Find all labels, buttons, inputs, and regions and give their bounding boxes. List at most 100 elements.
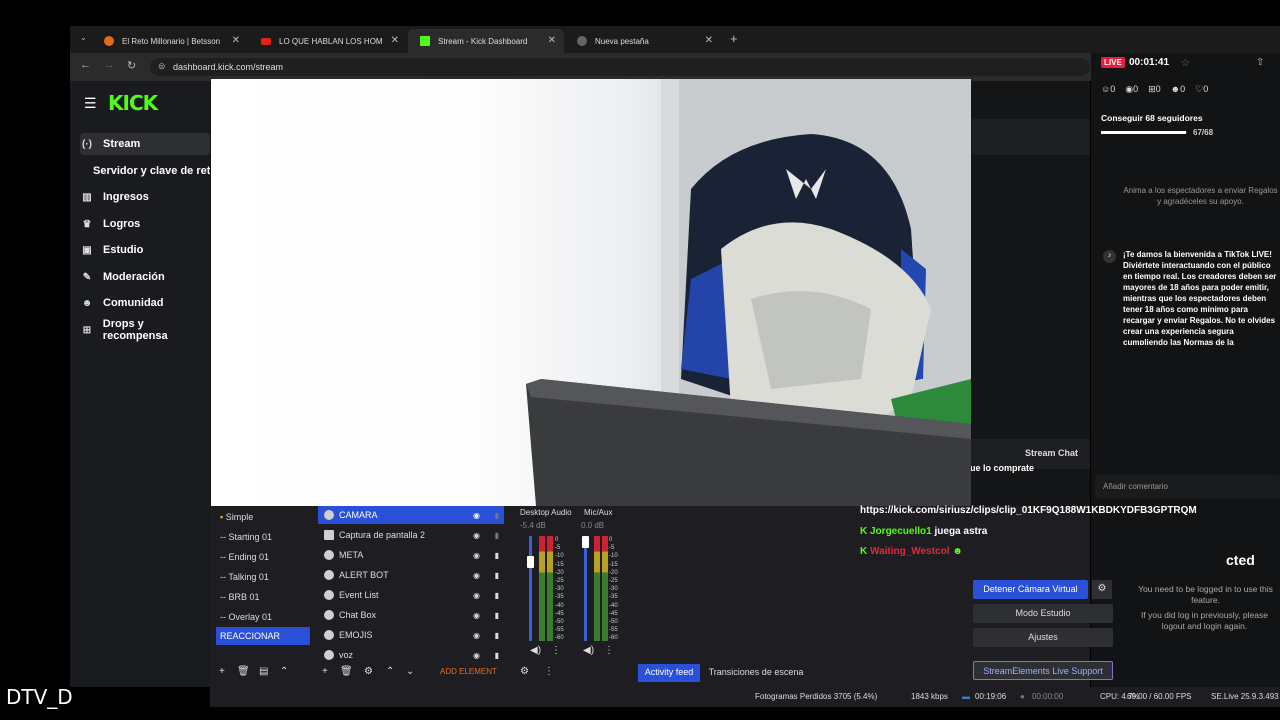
- close-icon[interactable]: ✕: [391, 35, 399, 46]
- eye-icon[interactable]: ◉: [473, 611, 480, 620]
- reload-icon[interactable]: ↻: [127, 59, 136, 72]
- camera-icon: [324, 510, 334, 520]
- meter-tick-label: -40: [609, 602, 618, 609]
- add-element-button[interactable]: ADD ELEMENT: [440, 667, 497, 676]
- tab-kick-dashboard[interactable]: Stream - Kick Dashboard ✕: [408, 29, 564, 53]
- lock-icon[interactable]: ▮: [495, 611, 499, 620]
- scene-ending[interactable]: -- Ending 01: [216, 548, 310, 566]
- meter-scale-2: 0 -5 -10 -15 -20 -25 -30 -35 -40 -45 -50 -55 -60: [609, 536, 618, 643]
- sidebar-item-estudio[interactable]: ▣ Estudio: [80, 239, 210, 261]
- streamelements-support-button[interactable]: StreamElements Live Support: [973, 661, 1113, 680]
- url-field[interactable]: ⊜ dashboard.kick.com/stream: [150, 58, 1090, 76]
- login-title-partial: cted: [1226, 552, 1255, 568]
- eye-icon[interactable]: ◉: [473, 651, 480, 660]
- virtual-camera-gear-icon[interactable]: ⚙: [1092, 580, 1112, 599]
- lock-icon[interactable]: ▮: [495, 591, 499, 600]
- meter-tick-label: -45: [609, 610, 618, 617]
- tab-activity-feed[interactable]: Activity feed: [638, 664, 700, 682]
- sidebar-item-server-key[interactable]: Servidor y clave de retr: [93, 160, 223, 182]
- source-camara[interactable]: CAMARA ◉ ▮: [318, 506, 504, 524]
- tab-search-icon[interactable]: ⌄: [80, 33, 87, 42]
- add-scene-icon[interactable]: +: [219, 666, 225, 677]
- lock-icon[interactable]: ▮: [495, 651, 499, 660]
- chat-link[interactable]: https://kick.com/siriusz/clips/clip_01KF…: [860, 505, 1197, 516]
- eye-icon[interactable]: ◉: [473, 531, 480, 540]
- forward-arrow-icon[interactable]: →: [104, 59, 115, 71]
- close-icon[interactable]: ✕: [548, 35, 556, 46]
- up-arrow-icon[interactable]: ⌃: [386, 666, 394, 677]
- source-meta[interactable]: META ◉ ▮: [318, 546, 504, 564]
- star-icon[interactable]: ☆: [1181, 58, 1190, 69]
- trash-icon[interactable]: 🗑︎: [237, 666, 250, 677]
- chat-username[interactable]: Waiting_Westcol: [870, 546, 949, 557]
- sidebar-item-comunidad[interactable]: ☻ Comunidad: [80, 292, 210, 314]
- tab-betsson[interactable]: El Reto Millonario | Betsson ✕: [92, 29, 248, 53]
- mic-menu-icon[interactable]: ⋮: [604, 645, 614, 656]
- source-captura[interactable]: Captura de pantalla 2 ◉ ▮: [318, 526, 504, 544]
- sidebar-item-moderacion[interactable]: ✎ Moderación: [80, 266, 210, 288]
- kick-logo[interactable]: KICK: [108, 91, 158, 115]
- hamburger-menu-icon[interactable]: ☰: [84, 95, 97, 112]
- eye-icon[interactable]: ◉: [473, 571, 480, 580]
- tab-youtube[interactable]: LO QUE HABLAN LOS HOM ✕: [249, 29, 407, 53]
- settings-button[interactable]: Ajustes: [973, 628, 1113, 647]
- filter-icon[interactable]: ▤: [259, 666, 268, 677]
- add-comment-input[interactable]: Añadir comentario: [1095, 475, 1280, 499]
- tab-transiciones[interactable]: Transiciones de escena: [706, 664, 806, 682]
- scene-brb[interactable]: -- BRB 01: [216, 588, 310, 606]
- dropped-frames: Fotogramas Perdidos 3705 (5.4%): [755, 692, 878, 701]
- eye-icon[interactable]: ◉: [473, 591, 480, 600]
- scene-talking[interactable]: -- Talking 01: [216, 568, 310, 586]
- desktop-speaker-icon[interactable]: ◀): [530, 645, 541, 656]
- sidebar-item-logros[interactable]: ♛ Logros: [80, 213, 210, 235]
- scene-reaccionar[interactable]: REACCIONAR: [216, 627, 310, 645]
- site-info-icon[interactable]: ⊜: [158, 61, 166, 72]
- source-alert-bot[interactable]: ALERT BOT ◉ ▮: [318, 566, 504, 584]
- mixer-menu-icon[interactable]: ⋮: [544, 666, 554, 677]
- stop-virtual-camera-button[interactable]: Detener Cámara Virtual: [973, 580, 1088, 599]
- lock-icon[interactable]: ▮: [495, 511, 499, 520]
- meter-tick-label: -60: [555, 635, 564, 642]
- lock-icon[interactable]: ▮: [495, 571, 499, 580]
- source-chat-box[interactable]: Chat Box ◉ ▮: [318, 606, 504, 624]
- eye-icon[interactable]: ◉: [473, 551, 480, 560]
- source-event-list[interactable]: Event List ◉ ▮: [318, 586, 504, 604]
- mixer-settings-icon[interactable]: ⚙: [520, 666, 529, 677]
- eye-icon[interactable]: ◉: [473, 511, 480, 520]
- sidebar-item-ingresos[interactable]: ▥ Ingresos: [80, 186, 210, 208]
- eye-icon[interactable]: ◉: [473, 631, 480, 640]
- mic-volume-handle[interactable]: [582, 536, 589, 548]
- goal-progress-bar: [1101, 131, 1187, 134]
- sidebar-item-stream[interactable]: (·) Stream: [80, 133, 210, 155]
- down-arrow-icon[interactable]: ⌄: [406, 666, 414, 677]
- lock-icon[interactable]: ▮: [495, 631, 499, 640]
- gear-icon[interactable]: ⚙: [364, 666, 373, 677]
- sidebar-item-drops[interactable]: ⊞ Drops y recompensa: [80, 318, 210, 342]
- close-icon[interactable]: ✕: [232, 35, 240, 46]
- trophy-icon: ♛: [82, 218, 92, 230]
- source-emojis[interactable]: EMOJIS ◉ ▮: [318, 626, 504, 644]
- source-voz[interactable]: voz ◉ ▮: [318, 646, 504, 664]
- desktop-volume-slider[interactable]: [529, 536, 532, 641]
- up-arrow-icon[interactable]: ⌃: [280, 666, 288, 677]
- mic-volume-slider[interactable]: [584, 536, 587, 641]
- mic-speaker-icon[interactable]: ◀): [583, 645, 594, 656]
- scene-simple[interactable]: ▪ Simple: [216, 508, 310, 526]
- scene-overlay[interactable]: -- Overlay 01: [216, 608, 310, 626]
- desktop-volume-handle[interactable]: [527, 556, 534, 568]
- lock-icon[interactable]: ▮: [495, 531, 499, 540]
- back-arrow-icon[interactable]: ←: [80, 59, 91, 71]
- new-tab-plus-icon[interactable]: +: [730, 31, 738, 46]
- tab-new-tab[interactable]: Nueva pestaña ✕: [565, 29, 721, 53]
- wrench-icon: ✎: [82, 271, 92, 283]
- lock-icon[interactable]: ▮: [495, 551, 499, 560]
- close-icon[interactable]: ✕: [705, 35, 713, 46]
- share-icon[interactable]: ⇧: [1256, 57, 1264, 68]
- add-source-icon[interactable]: +: [322, 666, 328, 677]
- obs-toolbar: + 🗑︎ ▤ ⌃ + 🗑︎ ⚙ ⌃ ⌄ ADD ELEMENT: [216, 666, 516, 680]
- scene-starting[interactable]: -- Starting 01: [216, 528, 310, 546]
- trash-icon[interactable]: 🗑︎: [340, 666, 353, 677]
- chat-username[interactable]: Jorgecuello1: [870, 526, 932, 537]
- desktop-menu-icon[interactable]: ⋮: [551, 645, 561, 656]
- studio-mode-button[interactable]: Modo Estudio: [973, 604, 1113, 623]
